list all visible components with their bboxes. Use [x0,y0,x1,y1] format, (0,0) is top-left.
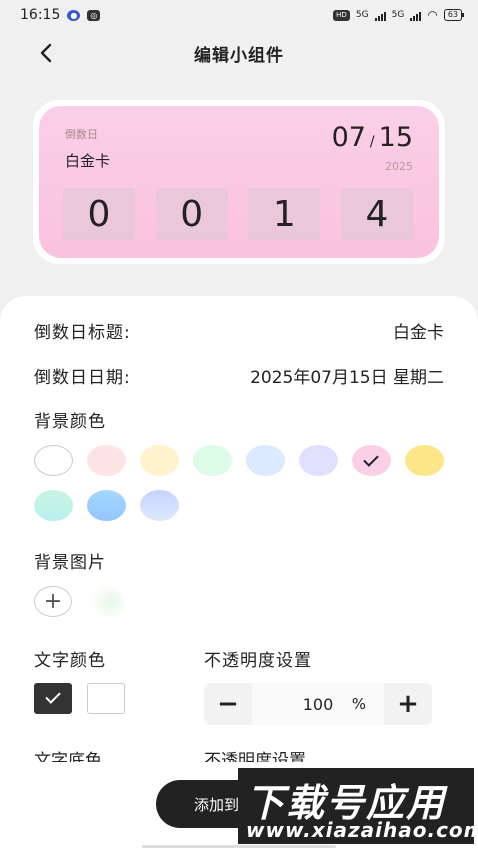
status-bar: 16:15 ● ◎ HD 5G 5G ◠ 63 [0,0,478,30]
notification-icon: ● [67,9,81,21]
text-bg-row-partial: 文字底色 不透明度设置 [34,748,434,762]
widget-type-label: 倒数日 [65,128,98,141]
title-value[interactable]: 白金卡 [393,318,444,343]
status-time: 16:15 [20,7,61,23]
countdown-digit: 0 [63,188,135,240]
bg-color-swatch[interactable] [34,490,73,521]
bg-color-swatch[interactable] [140,490,179,521]
hd-icon: HD [332,9,350,21]
date-row[interactable]: 倒数日日期: 2025年07月15日 星期二 [34,363,444,388]
bg-image-thumbnail[interactable] [86,586,126,617]
opacity-label-2: 不透明度设置 [204,751,306,762]
wifi-icon: ◠ [427,8,438,22]
bg-color-swatch[interactable] [246,445,285,476]
home-indicator[interactable] [142,845,336,848]
opacity-stepper: − 100 % + [204,683,432,725]
widget-date: 07/15 [332,122,413,153]
title-label: 倒数日标题: [34,323,131,343]
watermark-url: www.xiazaihao.com [246,818,478,842]
check-icon [363,451,379,467]
signal-icon [374,10,386,21]
text-color-label: 文字颜色 [34,651,106,671]
date-value[interactable]: 2025年07月15日 星期二 [250,363,444,388]
battery-icon: 63 [443,9,465,21]
check-icon [45,688,61,704]
opacity-label: 不透明度设置 [204,651,312,671]
bg-color-swatch[interactable] [87,490,126,521]
bg-color-swatch[interactable] [140,445,179,476]
nav-bar: 编辑小组件 [0,30,478,76]
page-title: 编辑小组件 [194,45,284,66]
decrease-button[interactable]: − [204,683,252,725]
bg-image-label: 背景图片 [34,553,106,573]
network-type-1: 5G [355,10,369,20]
bg-color-label: 背景颜色 [34,412,106,432]
countdown-digit: 0 [155,188,228,240]
widget-year: 2025 [385,160,413,173]
add-image-button[interactable]: + [34,586,72,617]
app-notification-icon: ◎ [87,9,101,21]
network-type-2: 5G [391,10,405,20]
back-arrow-icon[interactable] [36,42,58,64]
bg-color-swatches [34,445,454,521]
bg-color-swatch[interactable] [193,445,232,476]
text-bg-label: 文字底色 [34,751,102,762]
widget-title: 白金卡 [65,152,111,170]
bg-color-swatch[interactable] [87,445,126,476]
countdown-digit: 4 [340,188,413,240]
watermark-logo: 下载号应用 www.xiazaihao.com [238,768,478,844]
opacity-value-field[interactable]: 100 % [252,683,384,725]
widget-month: 07 [331,122,366,153]
bg-color-swatch[interactable] [34,445,73,476]
opacity-value: 100 [302,694,334,714]
countdown-digits: 0 0 1 4 [63,188,413,240]
bg-color-swatch[interactable] [405,445,444,476]
date-label: 倒数日日期: [34,368,131,388]
widget-card: 倒数日 白金卡 07/15 2025 0 0 1 4 [39,106,439,258]
widget-date-separator: / [369,134,375,150]
widget-day: 15 [378,122,413,153]
countdown-digit: 1 [248,188,321,240]
percent-unit: % [351,695,366,713]
widget-preview: 倒数日 白金卡 07/15 2025 0 0 1 4 [33,100,445,264]
title-row[interactable]: 倒数日标题: 白金卡 [34,318,444,343]
text-color-dark-swatch[interactable] [34,683,72,714]
add-button-label: 添加到 [194,795,240,814]
increase-button[interactable]: + [384,683,432,725]
text-color-light-swatch[interactable] [87,683,125,714]
bg-color-swatch[interactable] [299,445,338,476]
bg-color-swatch[interactable] [352,445,391,476]
signal-icon-2 [410,10,422,21]
